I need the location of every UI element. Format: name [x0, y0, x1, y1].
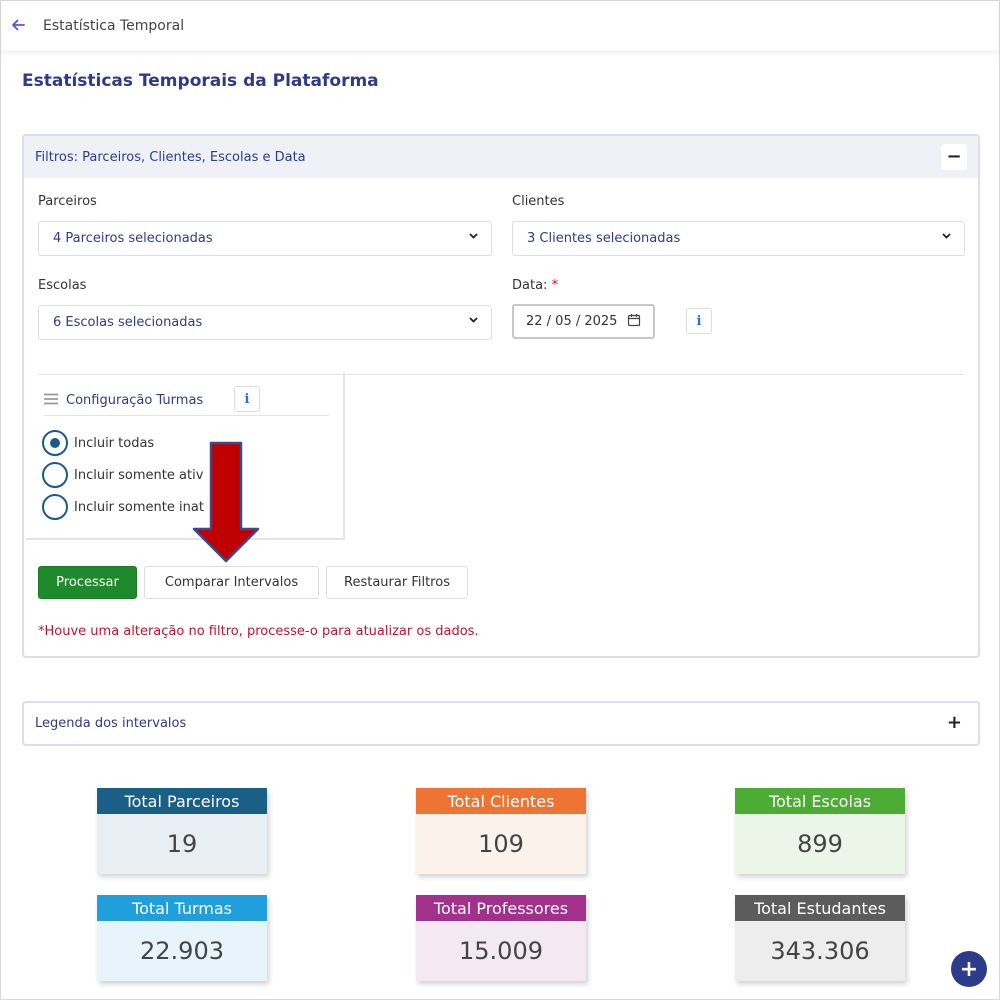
stat-card-value: 15.009 — [416, 921, 586, 981]
arrow-left-icon[interactable] — [11, 17, 27, 36]
stat-card-escolas: Total Escolas 899 — [735, 788, 905, 874]
parceiros-select[interactable]: 4 Parceiros selecionadas — [38, 221, 492, 256]
page-title: Estatísticas Temporais da Plataforma — [22, 71, 379, 91]
calendar-icon[interactable] — [627, 313, 641, 331]
stat-card-label: Total Clientes — [416, 788, 586, 814]
radio-option-label: Incluir somente inat — [74, 499, 204, 515]
clientes-select[interactable]: 3 Clientes selecionadas — [512, 221, 965, 256]
top-bar: Estatística Temporal — [1, 1, 999, 51]
header-title: Estatística Temporal — [43, 18, 185, 34]
stat-card-value: 343.306 — [735, 921, 905, 981]
radio-selected-dot — [50, 438, 60, 448]
radio-option-todas[interactable]: Incluir todas — [42, 430, 154, 456]
parceiros-label: Parceiros — [38, 194, 97, 209]
turmas-info-button[interactable]: i — [234, 386, 260, 412]
stat-card-label: Total Parceiros — [97, 788, 267, 814]
escolas-select[interactable]: 6 Escolas selecionadas — [38, 305, 492, 340]
date-input[interactable]: 22 / 05 / 2025 — [512, 304, 655, 339]
radio-option-inativas[interactable]: Incluir somente inat — [42, 494, 204, 520]
turmas-config-title: Configuração Turmas — [66, 393, 204, 408]
chevron-down-icon — [468, 314, 479, 328]
radio-button[interactable] — [42, 494, 68, 520]
radio-button[interactable] — [42, 430, 68, 456]
stat-card-label: Total Turmas — [97, 895, 267, 921]
stat-card-turmas: Total Turmas 22.903 — [97, 895, 267, 981]
turmas-config-box: Configuração Turmas i Incluir todas Incl… — [26, 372, 345, 540]
radio-button[interactable] — [42, 462, 68, 488]
date-info-button[interactable]: i — [686, 308, 712, 334]
chevron-down-icon — [468, 230, 479, 244]
reset-filters-button[interactable]: Restaurar Filtros — [326, 566, 468, 599]
clientes-select-value: 3 Clientes selecionadas — [527, 231, 681, 246]
data-label-text: Data: — [512, 278, 548, 293]
stat-card-value: 22.903 — [97, 921, 267, 981]
escolas-select-value: 6 Escolas selecionadas — [53, 315, 203, 330]
list-icon — [44, 393, 64, 409]
compare-intervals-button[interactable]: Comparar Intervalos — [144, 566, 319, 599]
red-arrow-down-icon — [192, 441, 260, 563]
date-input-value: 22 / 05 / 2025 — [526, 314, 618, 329]
stat-card-value: 109 — [416, 814, 586, 874]
escolas-label: Escolas — [38, 278, 87, 293]
collapse-button[interactable]: − — [941, 144, 967, 170]
plus-icon[interactable]: + — [947, 712, 962, 733]
filter-panel-title: Filtros: Parceiros, Clientes, Escolas e … — [35, 149, 306, 165]
process-button[interactable]: Processar — [38, 566, 137, 599]
clientes-label: Clientes — [512, 194, 565, 209]
add-fab-button[interactable]: + — [951, 951, 987, 987]
required-mark: * — [551, 278, 559, 293]
filter-panel-header[interactable]: Filtros: Parceiros, Clientes, Escolas e … — [24, 136, 978, 178]
stat-card-label: Total Escolas — [735, 788, 905, 814]
filter-panel: Filtros: Parceiros, Clientes, Escolas e … — [22, 134, 980, 658]
stat-card-value: 19 — [97, 814, 267, 874]
stat-card-estudantes: Total Estudantes 343.306 — [735, 895, 905, 981]
stat-card-parceiros: Total Parceiros 19 — [97, 788, 267, 874]
legend-panel[interactable]: Legenda dos intervalos + — [22, 701, 980, 746]
radio-option-label: Incluir todas — [74, 435, 155, 451]
stat-card-label: Total Estudantes — [735, 895, 905, 921]
stat-card-label: Total Professores — [416, 895, 586, 921]
filter-change-warning: *Houve uma alteração no filtro, processe… — [38, 624, 479, 639]
legend-panel-title: Legenda dos intervalos — [35, 716, 187, 731]
radio-option-label: Incluir somente ativ — [74, 467, 204, 483]
chevron-down-icon — [941, 230, 952, 244]
stat-card-professores: Total Professores 15.009 — [416, 895, 586, 981]
stat-card-clientes: Total Clientes 109 — [416, 788, 586, 874]
data-label: Data: * — [512, 278, 558, 293]
turmas-config-header: Configuração Turmas i — [44, 386, 329, 416]
radio-option-ativas[interactable]: Incluir somente ativ — [42, 462, 203, 488]
stat-card-value: 899 — [735, 814, 905, 874]
parceiros-select-value: 4 Parceiros selecionadas — [53, 231, 213, 246]
